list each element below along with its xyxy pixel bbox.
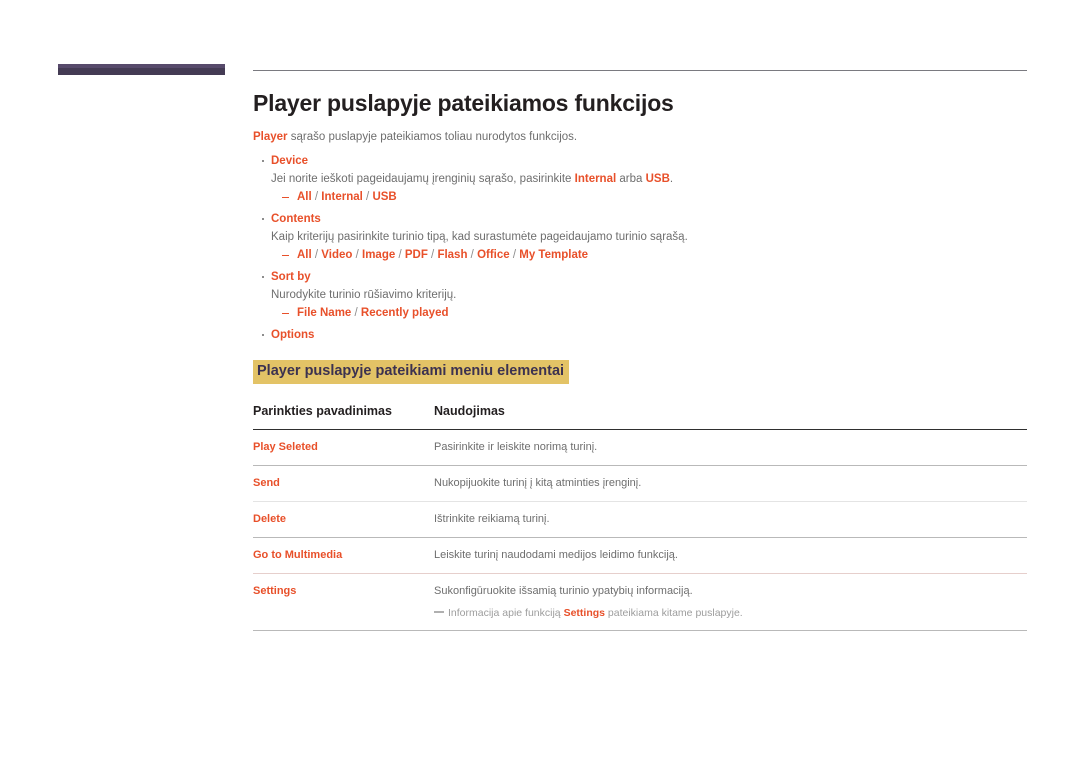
page-header-decoration bbox=[0, 63, 1080, 79]
feature-bullet-item: Contents Kaip kriterijų pasirinkite turin… bbox=[253, 212, 1027, 263]
option-value: Flash bbox=[437, 249, 468, 261]
bullet-option-values: All / Internal / USB bbox=[271, 190, 1027, 205]
option-separator: / bbox=[509, 249, 520, 261]
option-value: USB bbox=[372, 191, 397, 203]
page-content: Player puslapyje pateikiamos funkcijos P… bbox=[253, 88, 1027, 631]
cell-usage-description: Nukopijuokite turinį į kitą atminties įr… bbox=[434, 465, 1027, 502]
table-row: Settings Sukonfigūruokite išsamią turinio… bbox=[253, 573, 1027, 631]
table-row: Go to Multimedia Leiskite turinį naudodam… bbox=[253, 537, 1027, 574]
inline-accent-term: Internal bbox=[574, 173, 617, 185]
cell-option-name: Send bbox=[253, 465, 434, 502]
column-header-usage: Naudojimas bbox=[434, 403, 1027, 430]
bullet-description: Kaip kriterijų pasirinkite turinio tipą,… bbox=[271, 229, 1027, 245]
intro-accent-term: Player bbox=[253, 131, 288, 143]
bullet-title: Device bbox=[271, 155, 309, 167]
cell-option-name: Go to Multimedia bbox=[253, 537, 434, 574]
usage-text: Ištrinkite reikiamą turinį. bbox=[434, 513, 550, 525]
table-footnote: Informacija apie funkciją Settings patei… bbox=[434, 606, 1027, 620]
option-value: My Template bbox=[519, 249, 589, 261]
table-row: Delete Ištrinkite reikiamą turinį. bbox=[253, 501, 1027, 538]
feature-bullet-list: Device Jei norite ieškoti pageidaujamų įr… bbox=[253, 154, 1027, 343]
option-separator: / bbox=[351, 307, 361, 319]
option-separator: / bbox=[311, 249, 322, 261]
highlighted-subheading: Player puslapyje pateikiami meniu elemen… bbox=[253, 360, 570, 384]
option-value: PDF bbox=[404, 249, 428, 261]
option-separator: / bbox=[311, 191, 322, 203]
option-separator: / bbox=[352, 249, 362, 261]
bullet-description: Nurodykite turinio rūšiavimo kriterijų. bbox=[271, 287, 1027, 303]
table-row: Send Nukopijuokite turinį į kitą atmintie… bbox=[253, 465, 1027, 502]
footnote-accent-term: Settings bbox=[563, 607, 605, 619]
feature-bullet-item: Sort by Nurodykite turinio rūšiavimo krit… bbox=[253, 270, 1027, 321]
option-separator: / bbox=[395, 249, 405, 261]
table-row: Play Seleted Pasirinkite ir leiskite nori… bbox=[253, 429, 1027, 466]
bullet-title: Options bbox=[271, 329, 315, 341]
option-separator: / bbox=[467, 249, 478, 261]
inline-text: Kaip kriterijų pasirinkite turinio tipą,… bbox=[271, 231, 688, 243]
option-value: Recently played bbox=[360, 307, 449, 319]
menu-items-table: Parinkties pavadinimas Naudojimas Play S… bbox=[253, 403, 1027, 631]
header-accent-bar bbox=[58, 64, 225, 75]
option-value: Internal bbox=[321, 191, 363, 203]
option-separator: / bbox=[362, 191, 373, 203]
feature-bullet-item: Options bbox=[253, 328, 1027, 343]
inline-text: Jei norite ieškoti pageidaujamų įrengini… bbox=[271, 173, 575, 185]
option-value: Image bbox=[362, 249, 396, 261]
intro-rest-text: sąrašo puslapyje pateikiamos toliau nuro… bbox=[287, 131, 578, 143]
option-value: Office bbox=[477, 249, 510, 261]
option-separator: / bbox=[427, 249, 438, 261]
subheading-container: Player puslapyje pateikiami meniu elemen… bbox=[253, 360, 1027, 384]
option-value: All bbox=[297, 249, 312, 261]
inline-text: . bbox=[669, 173, 674, 185]
cell-option-name: Play Seleted bbox=[253, 429, 434, 466]
bullet-title: Sort by bbox=[271, 271, 311, 283]
option-value: All bbox=[297, 191, 312, 203]
feature-bullet-item: Device Jei norite ieškoti pageidaujamų įr… bbox=[253, 154, 1027, 205]
inline-accent-term: USB bbox=[645, 173, 670, 185]
table-header-row: Parinkties pavadinimas Naudojimas bbox=[253, 403, 1027, 430]
column-header-option-name: Parinkties pavadinimas bbox=[253, 403, 434, 430]
page-title: Player puslapyje pateikiamos funkcijos bbox=[253, 90, 674, 116]
footnote-text-before: Informacija apie funkciją bbox=[448, 607, 564, 619]
usage-text: Sukonfigūruokite išsamią turinio ypatybi… bbox=[434, 585, 693, 597]
usage-text: Pasirinkite ir leiskite norimą turinį. bbox=[434, 441, 598, 453]
inline-text: arba bbox=[616, 173, 646, 185]
cell-option-name: Delete bbox=[253, 501, 434, 538]
footnote-text-after: pateikiama kitame puslapyje. bbox=[604, 607, 743, 619]
usage-text: Leiskite turinį naudodami medijos leidim… bbox=[434, 549, 678, 561]
bullet-description: Jei norite ieškoti pageidaujamų įrengini… bbox=[271, 171, 1027, 187]
usage-text: Nukopijuokite turinį į kitą atminties įr… bbox=[434, 477, 642, 489]
option-value: Video bbox=[321, 249, 353, 261]
option-value: File Name bbox=[297, 307, 352, 319]
inline-text: Nurodykite turinio rūšiavimo kriterijų. bbox=[271, 289, 457, 301]
header-divider-rule bbox=[253, 70, 1027, 71]
bullet-title: Contents bbox=[271, 213, 321, 225]
cell-usage-description: Ištrinkite reikiamą turinį. bbox=[434, 501, 1027, 538]
bullet-option-values: File Name / Recently played bbox=[271, 306, 1027, 321]
bullet-option-values: All / Video / Image / PDF / Flash / Offi… bbox=[271, 248, 1027, 263]
cell-usage-description: Leiskite turinį naudodami medijos leidim… bbox=[434, 537, 1027, 574]
intro-paragraph: Player sąrašo puslapyje pateikiamos toli… bbox=[253, 130, 1027, 145]
cell-usage-description: Pasirinkite ir leiskite norimą turinį. bbox=[434, 429, 1027, 466]
cell-option-name: Settings bbox=[253, 573, 434, 631]
cell-usage-description: Sukonfigūruokite išsamią turinio ypatybi… bbox=[434, 573, 1027, 631]
